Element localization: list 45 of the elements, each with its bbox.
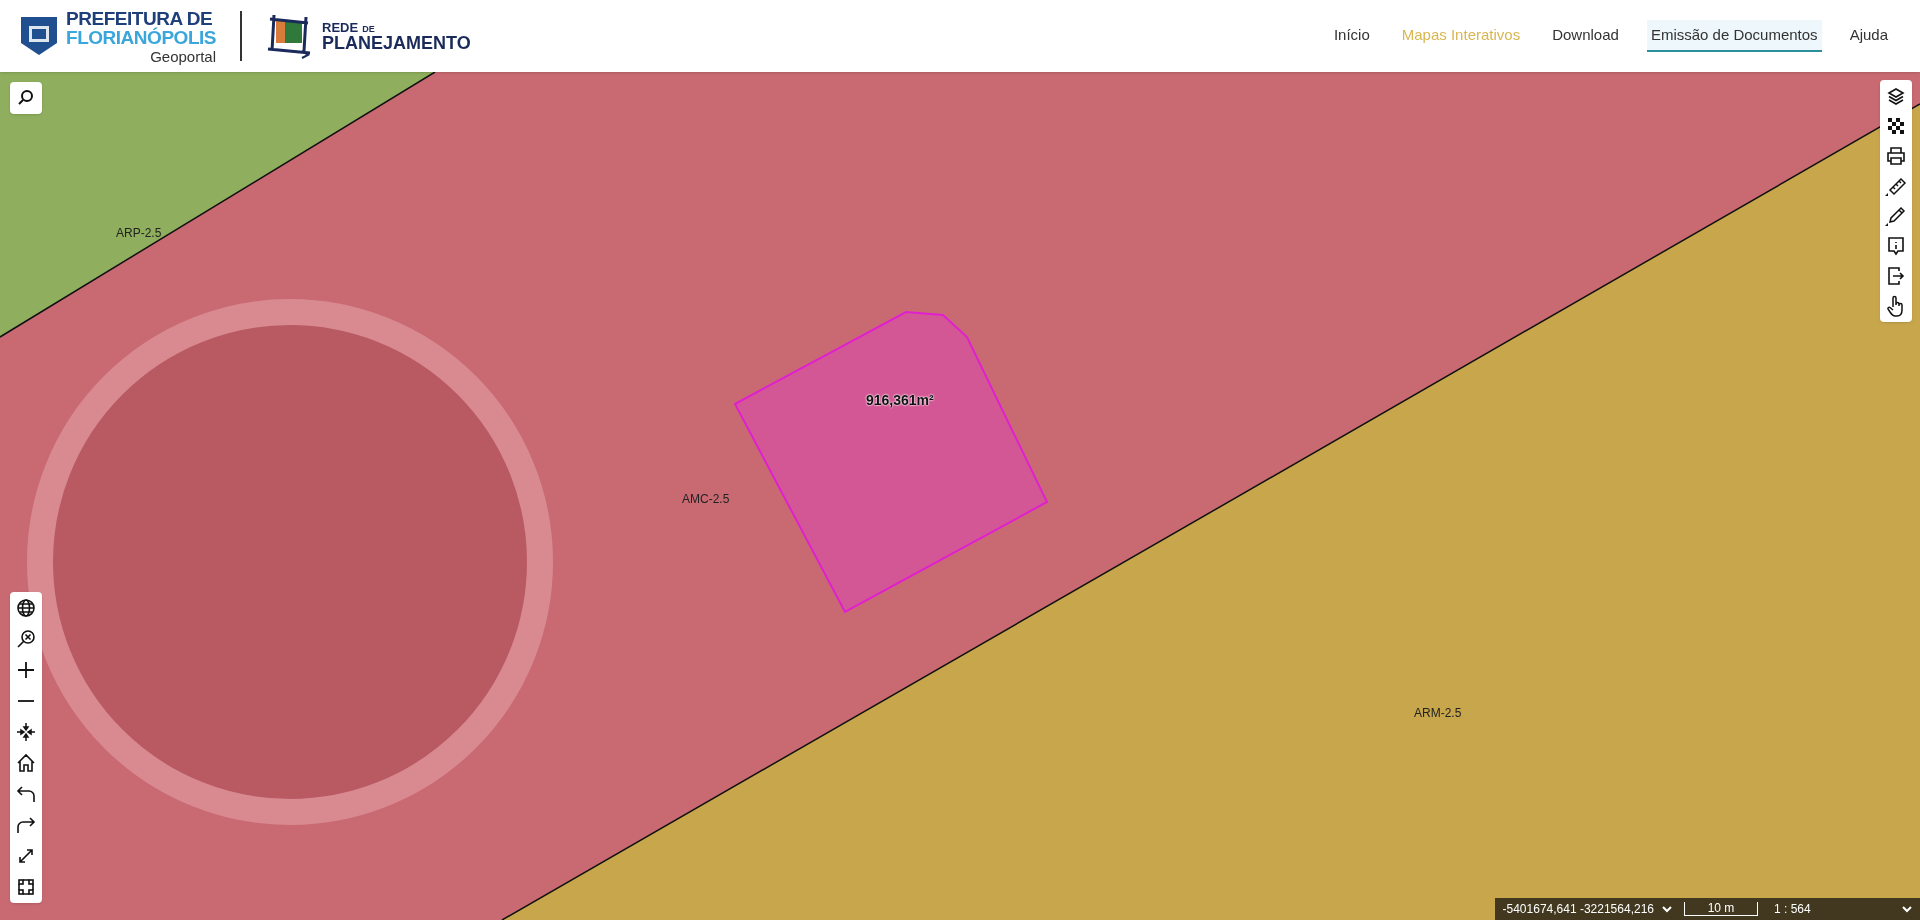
- printer-icon: [1886, 147, 1906, 165]
- pencil-icon: [1885, 206, 1907, 226]
- magnifier-icon: [16, 629, 36, 649]
- area-label: 916,361m²: [866, 391, 934, 410]
- pointer-hand-icon: [1886, 295, 1906, 317]
- search-button[interactable]: [10, 82, 42, 114]
- logo-title: PLANEJAMENTO: [322, 33, 471, 52]
- layers-icon: [1887, 87, 1905, 105]
- logo-title: REDE: [322, 20, 359, 34]
- scale-readout: 1 : 564: [1774, 901, 1812, 918]
- nav-link[interactable]: Ajuda: [1845, 19, 1892, 53]
- checkerboard-icon: [1888, 118, 1904, 134]
- ruler-icon: [1885, 176, 1907, 196]
- exit-arrow-icon: [1887, 266, 1905, 286]
- minus-icon: [17, 699, 35, 703]
- redo-icon: [16, 816, 36, 834]
- scale-bar: 10 m: [1684, 902, 1758, 916]
- search-icon: [17, 89, 35, 107]
- print-button[interactable]: [1884, 144, 1908, 168]
- arrows-inward-icon: [16, 722, 36, 742]
- frame-icon: [16, 877, 36, 897]
- logo-title: DE: [362, 24, 375, 34]
- zone-label: AMC-2.5: [682, 491, 730, 508]
- logo-title: PREFEITURA DE: [66, 8, 213, 28]
- zone-label: ARP-2.5: [116, 225, 162, 242]
- coat-of-arms-icon: [20, 16, 58, 56]
- nav-link[interactable]: Download: [1548, 19, 1623, 53]
- pan-button[interactable]: [14, 720, 38, 744]
- nav-link[interactable]: Emissão de Documentos: [1646, 19, 1822, 53]
- chevron-down-icon[interactable]: [1902, 905, 1912, 913]
- zone-label: ARM-2.5: [1414, 705, 1462, 722]
- coordinates-readout: -5401674,641 -3221564,216: [1502, 901, 1654, 918]
- draw-button[interactable]: [1884, 204, 1908, 228]
- map-view[interactable]: ARP-2.5 AMC-2.5 ARM-2.5 916,361m² -5401674,641 -3221564,216 10 m 1 : 564: [0, 72, 1920, 920]
- globe-button[interactable]: [14, 596, 38, 620]
- plus-icon: [17, 661, 35, 679]
- undo-icon: [16, 785, 36, 803]
- home-icon: [16, 753, 36, 773]
- diagonal-arrows-icon: [17, 847, 35, 865]
- globe-icon: [16, 598, 36, 618]
- logo-title: FLORIANÓPOLIS: [66, 27, 217, 47]
- logo-subtitle: Geoportal: [150, 48, 217, 64]
- chevron-down-icon[interactable]: [1662, 905, 1672, 913]
- info-icon: [1887, 236, 1905, 256]
- nav-link[interactable]: Início: [1329, 19, 1374, 53]
